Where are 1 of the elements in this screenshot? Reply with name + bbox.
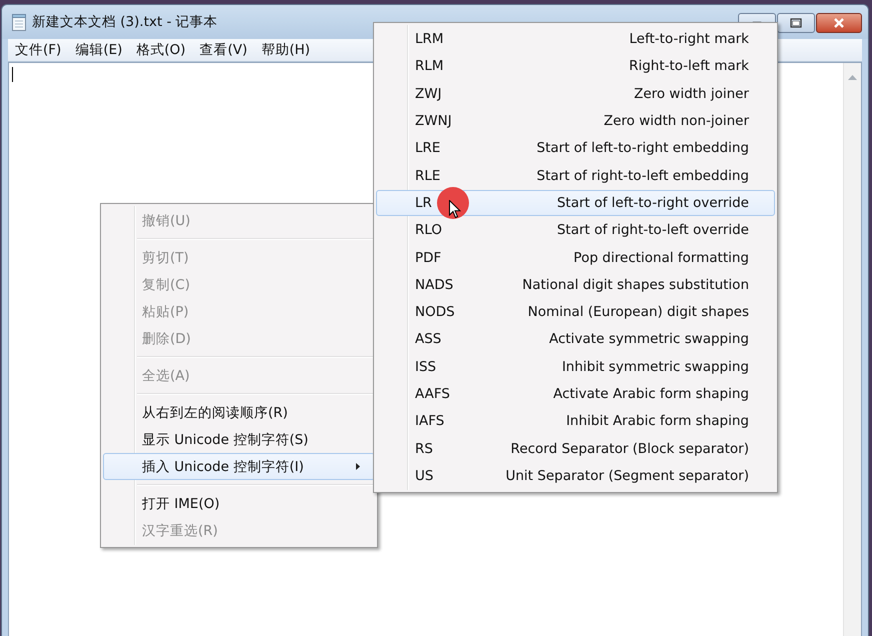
window-title: 新建文本文档 (3).txt - 记事本	[32, 13, 218, 31]
